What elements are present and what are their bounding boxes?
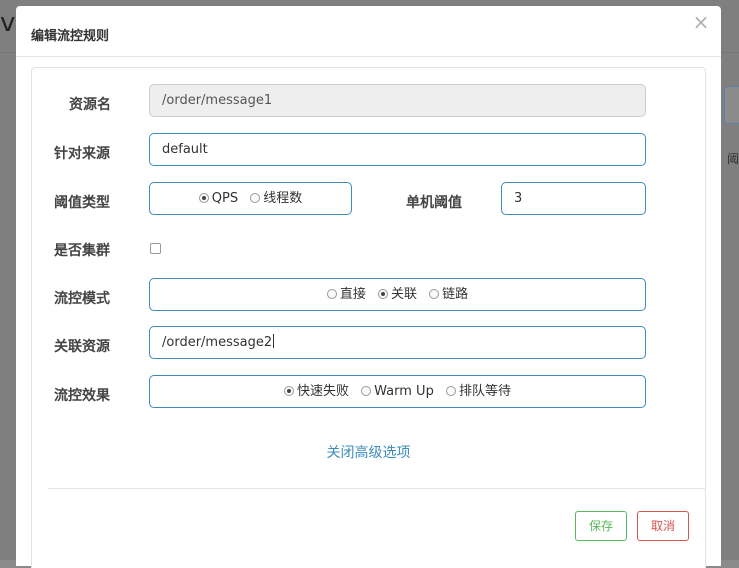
radio-checked-icon [377,289,388,299]
background-column-header: 阈 [726,152,739,166]
radio-unchecked-icon [429,289,440,299]
origin-input[interactable]: default [149,133,646,166]
background-button [724,86,739,124]
resource-name-input: /order/message1 [149,84,646,117]
radio-direct-label: 直接 [339,287,366,302]
text-cursor [273,334,275,348]
flow-rule-dialog: 编辑流控规则 × 资源名 /order/message1 针对来源 defaul… [16,6,721,568]
form-panel: 资源名 /order/message1 针对来源 default 阈值类型 QP… [31,67,706,568]
radio-unchecked-icon [361,386,372,396]
radio-unchecked-icon [445,386,456,396]
flow-mode-radio-group: 直接 关联 链路 [149,278,646,311]
related-resource-input[interactable]: /order/message2 [149,326,646,359]
single-threshold-label: 单机阈值 [406,195,462,211]
cluster-checkbox[interactable] [150,243,161,254]
radio-warm-up[interactable]: Warm Up [361,376,434,407]
radio-qps-label: QPS [211,191,239,206]
related-resource-label: 关联资源 [54,339,110,355]
radio-fail-fast[interactable]: 快速失败 [284,376,349,407]
radio-queue-label: 排队等待 [458,384,511,399]
close-icon[interactable]: × [691,12,711,32]
radio-checked-icon [198,193,209,203]
radio-qps[interactable]: QPS [198,183,239,214]
radio-fail-fast-label: 快速失败 [297,384,350,399]
toggle-advanced-options-link[interactable]: 关闭高级选项 [32,442,705,462]
radio-direct[interactable]: 直接 [326,279,366,310]
radio-thread-count[interactable]: 线程数 [250,183,302,214]
cancel-button[interactable]: 取消 [637,511,689,541]
dialog-title: 编辑流控规则 [31,29,110,44]
origin-label: 针对来源 [54,146,110,162]
radio-related-label: 关联 [390,287,417,302]
radio-unchecked-icon [326,289,337,299]
flow-effect-radio-group: 快速失败 Warm Up 排队等待 [149,375,646,408]
footer-divider [48,488,706,489]
radio-checked-icon [284,386,294,396]
threshold-type-radio-group: QPS 线程数 [149,182,352,215]
threshold-type-label: 阈值类型 [54,195,110,211]
resource-name-label: 资源名 [69,97,111,113]
dialog-header: 编辑流控规则 × [16,6,721,57]
radio-thread-count-label: 线程数 [263,191,303,206]
radio-queue[interactable]: 排队等待 [445,376,511,407]
radio-chain-label: 链路 [442,287,469,302]
flow-mode-label: 流控模式 [54,291,110,307]
flow-effect-label: 流控效果 [54,388,110,404]
radio-unchecked-icon [250,193,261,203]
radio-related[interactable]: 关联 [377,279,417,310]
radio-chain[interactable]: 链路 [429,279,468,310]
single-threshold-input[interactable]: 3 [501,182,646,215]
related-resource-value: /order/message2 [162,335,273,350]
radio-warm-up-label: Warm Up [374,384,434,399]
cluster-label: 是否集群 [54,243,110,259]
save-button[interactable]: 保存 [575,511,627,541]
